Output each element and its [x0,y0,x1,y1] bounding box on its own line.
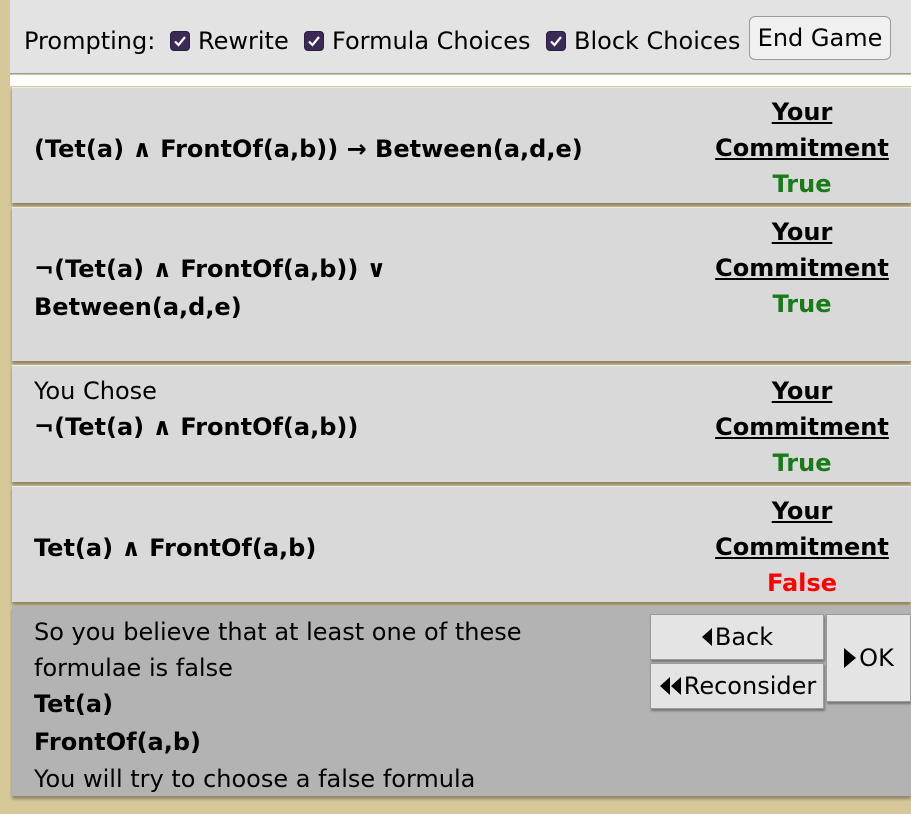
back-button[interactable]: Back [650,614,824,660]
back-label[interactable]: Back [715,623,773,651]
commitment-value: True [772,290,832,318]
ok-button[interactable]: OK [826,614,911,702]
message-line: You will try to choose a false formula [34,765,476,793]
formula-text: (Tet(a) ∧ FrontOf(a,b)) → Between(a,d,e) [34,135,583,163]
message-panel: So you believe that at least one of thes… [12,606,911,796]
formula-card: ¬(Tet(a) ∧ FrontOf(a,b)) ∨ Between(a,d,e… [12,207,911,361]
ok-label[interactable]: OK [859,644,894,672]
message-formula: FrontOf(a,b) [34,728,202,756]
divider [10,75,911,86]
formula-text-line2: Between(a,d,e) [34,293,242,321]
checkbox-checked-icon[interactable] [170,31,190,51]
formula-choices-checkbox[interactable]: Formula Choices [304,26,530,56]
checkbox-checked-icon[interactable] [546,31,566,51]
commitment-column: Your Commitment False [712,493,892,601]
chosen-formula-card: You Chose ¬(Tet(a) ∧ FrontOf(a,b)) Your … [12,365,911,482]
commitment-heading-your: Your [771,497,833,525]
commitment-column: Your Commitment True [712,214,892,322]
rewrite-checkbox[interactable]: Rewrite [170,26,289,56]
rewind-icon [659,677,681,695]
commitment-heading-commitment: Commitment [715,254,889,282]
formula-text-line1: ¬(Tet(a) ∧ FrontOf(a,b)) ∨ [34,255,387,283]
formula-choices-label[interactable]: Formula Choices [332,26,530,56]
commitment-column: Your Commitment True [712,373,892,481]
message-line: formulae is false [34,654,233,682]
prompting-label: Prompting: [24,27,156,55]
formula-text: ¬(Tet(a) ∧ FrontOf(a,b)) [34,413,359,441]
reconsider-label[interactable]: Reconsider [684,672,817,700]
play-arrow-icon [844,648,857,668]
reconsider-button[interactable]: Reconsider [650,663,824,709]
commitment-heading-your: Your [771,377,833,405]
formula-card: (Tet(a) ∧ FrontOf(a,b)) → Between(a,d,e)… [12,87,911,203]
commitment-heading-commitment: Commitment [715,413,889,441]
message-formula: Tet(a) [34,690,114,718]
commitment-heading-your: Your [771,98,833,126]
checkbox-checked-icon[interactable] [304,31,324,51]
formula-card: Tet(a) ∧ FrontOf(a,b) Your Commitment Fa… [12,486,911,602]
rewrite-label[interactable]: Rewrite [198,26,289,56]
back-arrow-icon [701,628,712,646]
message-line: So you believe that at least one of thes… [34,618,522,646]
formula-text: Tet(a) ∧ FrontOf(a,b) [34,534,317,562]
prompting-toolbar: Prompting: Rewrite Formula Choices Block… [10,0,911,74]
commitment-heading-commitment: Commitment [715,533,889,561]
commitment-value: False [767,569,837,597]
block-choices-label[interactable]: Block Choices [574,26,740,56]
commitment-value: True [772,170,832,198]
block-choices-checkbox[interactable]: Block Choices [546,26,740,56]
commitment-heading-your: Your [771,218,833,246]
commitment-heading-commitment: Commitment [715,134,889,162]
commitment-column: Your Commitment True [712,94,892,202]
you-chose-label: You Chose [34,377,157,405]
end-game-button[interactable]: End Game [749,16,891,60]
commitment-value: True [772,449,832,477]
